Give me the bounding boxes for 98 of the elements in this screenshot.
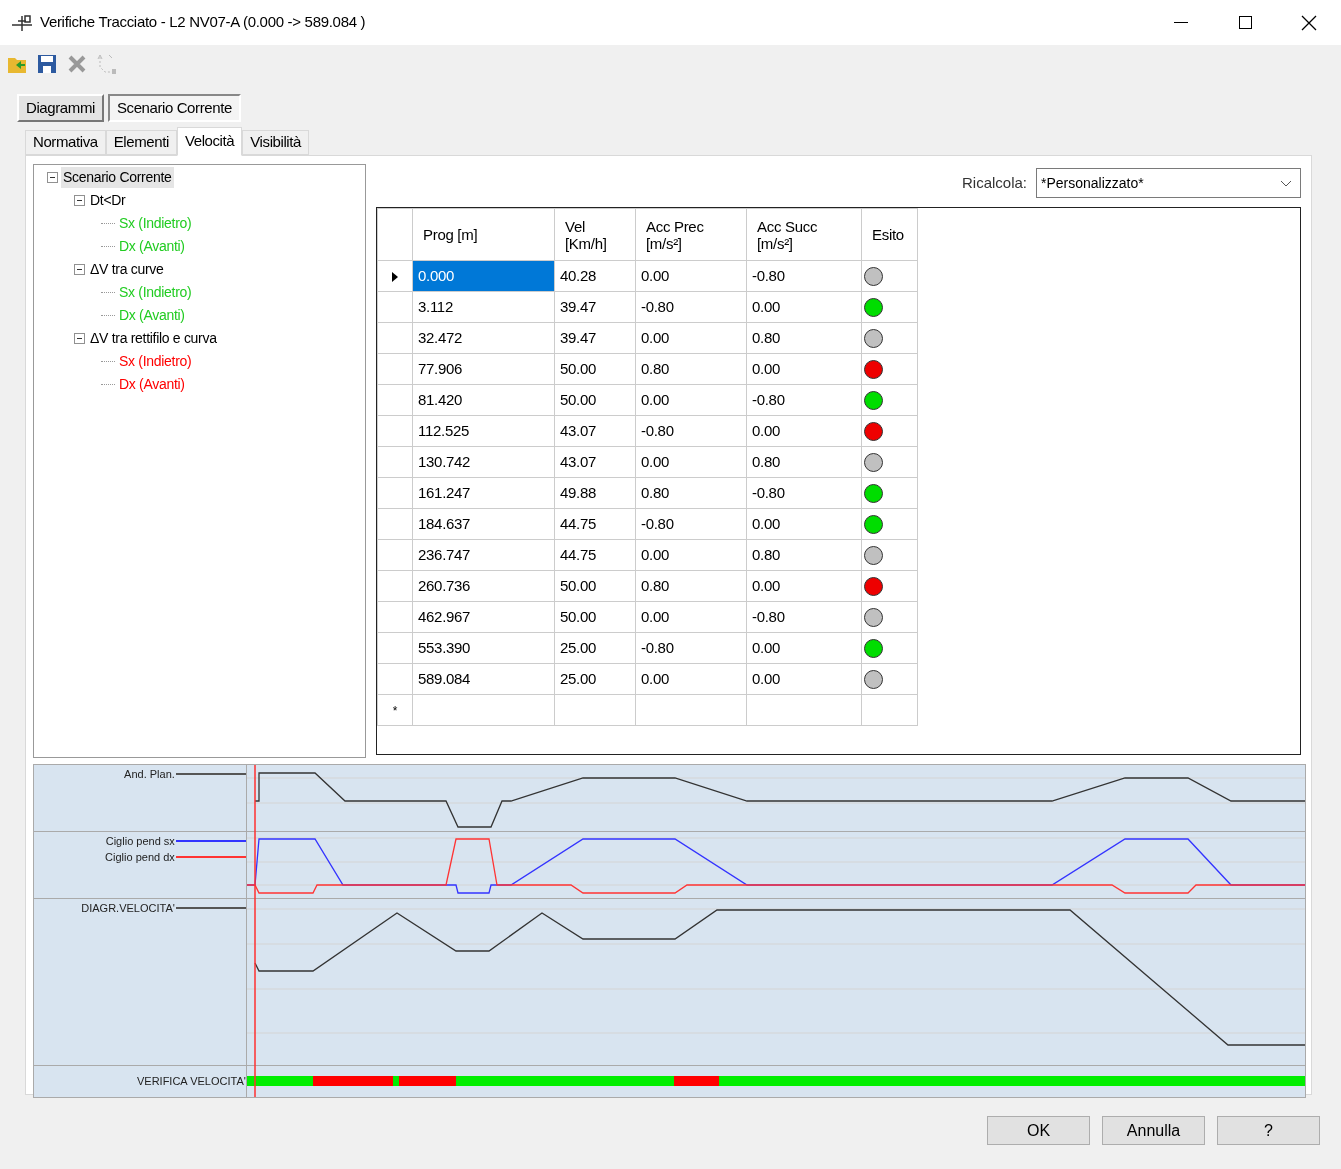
table-cell: 0.00 (635, 260, 747, 292)
table-cell: 0.00 (746, 291, 862, 323)
table-cell: 236.747 (412, 539, 555, 571)
table-cell: 0.00 (746, 508, 862, 540)
table-cell: 25.00 (554, 632, 636, 664)
table-cell: 49.88 (554, 477, 636, 509)
save-icon[interactable] (36, 53, 58, 75)
collapse-icon[interactable] (74, 195, 85, 206)
table-cell: -0.80 (746, 384, 862, 416)
table-cell: 50.00 (554, 601, 636, 633)
table-cell: 0.00 (635, 322, 747, 354)
table-cell: -0.80 (746, 601, 862, 633)
tree-item[interactable]: Sx (Indietro) (117, 351, 194, 372)
dialog-button[interactable]: OK (987, 1116, 1090, 1145)
mode-tab[interactable]: Scenario Corrente (107, 94, 241, 122)
tab[interactable]: Elementi (105, 130, 177, 155)
table-cell: 130.742 (412, 446, 555, 478)
recalc-label: Ricalcola: (961, 172, 1027, 193)
window-title: Verifiche Tracciato - L2 NV07-A (0.000 -> 589.084 ) (40, 12, 366, 33)
table-cell: 0.00 (635, 384, 747, 416)
table-cell: 3.112 (412, 291, 555, 323)
tree-item[interactable]: Scenario Corrente (61, 167, 174, 188)
close-icon (1301, 14, 1317, 31)
track-label: VERIFICA VELOCITA' (136, 1074, 246, 1090)
column-header[interactable]: Acc Prec [m/s²] (635, 208, 747, 261)
table-cell: 0.00 (746, 663, 862, 695)
row-pointer-icon (391, 271, 399, 282)
collapse-icon[interactable] (74, 264, 85, 275)
table-cell: 553.390 (412, 632, 555, 664)
track-label: And. Plan. (124, 766, 175, 782)
table-cell: 39.47 (554, 322, 636, 354)
column-header[interactable]: Prog [m] (412, 208, 555, 261)
route-icon[interactable] (96, 53, 118, 75)
new-row-marker: * (392, 703, 398, 718)
table-cell: 81.420 (412, 384, 555, 416)
table-cell: 43.07 (554, 446, 636, 478)
table-cell: 0.00 (635, 446, 747, 478)
table-cell: 0.80 (746, 322, 862, 354)
table-cell: 44.75 (554, 508, 636, 540)
table-cell: 0.00 (746, 415, 862, 447)
track-label: DIAGR.VELOCITA' (81, 900, 175, 916)
dialog-button[interactable]: ? (1217, 1116, 1320, 1145)
table-cell: 0.80 (635, 570, 747, 602)
table-cell: 589.084 (412, 663, 555, 695)
delete-icon[interactable] (66, 53, 88, 75)
tree-item[interactable]: Dx (Avanti) (117, 374, 187, 395)
tab[interactable]: Visibilità (242, 130, 309, 155)
table-cell: 0.80 (635, 353, 747, 385)
table-cell: 0.00 (746, 353, 862, 385)
table-cell: 0.00 (635, 601, 747, 633)
column-header[interactable]: Esito (861, 208, 918, 261)
table-cell: 0.80 (746, 446, 862, 478)
table-cell: -0.80 (746, 477, 862, 509)
table-cell: 161.247 (412, 477, 555, 509)
chevron-down-icon (1280, 179, 1292, 187)
column-header[interactable]: Acc Succ [m/s²] (746, 208, 862, 261)
table-cell: -0.80 (635, 415, 747, 447)
tab[interactable]: Normativa (25, 130, 106, 155)
table-cell: 40.28 (554, 260, 636, 292)
table-cell: 0.000 (412, 260, 555, 292)
table-cell: 50.00 (554, 570, 636, 602)
table-cell: 50.00 (554, 384, 636, 416)
table-cell: 44.75 (554, 539, 636, 571)
table-cell: 260.736 (412, 570, 555, 602)
table-cell: 112.525 (412, 415, 555, 447)
table-cell: -0.80 (746, 260, 862, 292)
dialog-button[interactable]: Annulla (1102, 1116, 1205, 1145)
table-cell: 462.967 (412, 601, 555, 633)
tree-item[interactable]: Dt<Dr (88, 190, 128, 211)
tab[interactable]: Velocità (176, 127, 243, 156)
table-cell: 0.80 (635, 477, 747, 509)
collapse-icon[interactable] (47, 172, 58, 183)
track-label: Ciglio pend dx (105, 849, 175, 865)
maximize-icon (1238, 16, 1252, 29)
table-cell: 50.00 (554, 353, 636, 385)
tree-item[interactable]: ΔV tra curve (88, 259, 166, 280)
table-cell: 184.637 (412, 508, 555, 540)
app-icon (10, 12, 34, 33)
column-header[interactable]: Vel [Km/h] (554, 208, 636, 261)
table-cell: 0.00 (635, 663, 747, 695)
table-cell: -0.80 (635, 508, 747, 540)
table-cell: -0.80 (635, 632, 747, 664)
table-cell: 0.00 (635, 539, 747, 571)
track-label: Ciglio pend sx (105, 833, 175, 849)
table-cell: 0.00 (746, 570, 862, 602)
table-cell: 0.00 (746, 632, 862, 664)
tree-item[interactable]: ΔV tra rettifilo e curva (88, 328, 219, 349)
table-cell: 77.906 (412, 353, 555, 385)
collapse-icon[interactable] (74, 333, 85, 344)
table-cell: 0.80 (746, 539, 862, 571)
mode-tab[interactable]: Diagrammi (17, 94, 104, 122)
table-cell: -0.80 (635, 291, 747, 323)
table-cell: 43.07 (554, 415, 636, 447)
minimize-icon (1174, 22, 1188, 23)
recalc-dropdown[interactable]: *Personalizzato* (1036, 168, 1301, 198)
table-cell: 32.472 (412, 322, 555, 354)
table-cell: 39.47 (554, 291, 636, 323)
table-cell: 25.00 (554, 663, 636, 695)
